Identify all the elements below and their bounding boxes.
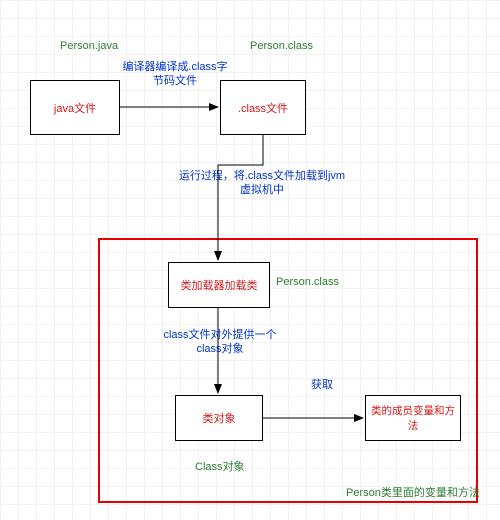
caption-java-file: Person.java xyxy=(60,40,118,52)
edge-label-compile: 编译器编译成.class字节码文件 xyxy=(120,60,230,89)
caption-class-obj: Class对象 xyxy=(195,458,245,474)
node-java-file: java文件 xyxy=(30,80,120,135)
node-class-file: .class文件 xyxy=(220,80,306,135)
edge-label-provide: class文件对外提供一个class对象 xyxy=(155,328,285,357)
edge-label-get: 获取 xyxy=(302,378,342,392)
caption-class-file: Person.class xyxy=(250,40,313,52)
node-class-obj: 类对象 xyxy=(175,395,263,441)
caption-members: Person类里面的变量和方法 xyxy=(346,484,480,500)
caption-loader: Person.class xyxy=(276,276,339,288)
edge-label-load: 运行过程，将.class文件加载到jvm虚拟机中 xyxy=(177,169,347,198)
node-members: 类的成员变量和方法 xyxy=(365,395,461,441)
node-loader: 类加载器加载类 xyxy=(168,262,270,308)
